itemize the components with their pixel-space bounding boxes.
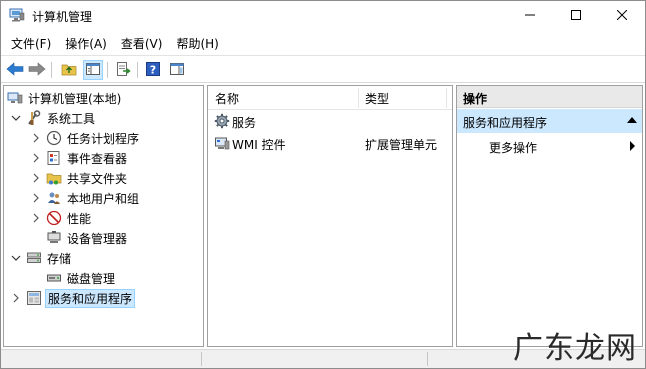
- performance-icon: [46, 210, 62, 226]
- window-title: 计算机管理: [32, 10, 93, 24]
- back-icon: [6, 61, 24, 79]
- tree-node-disk-management[interactable]: 磁盘管理: [46, 268, 117, 288]
- tree-root-label: 计算机管理(本地): [28, 91, 122, 106]
- menu-action[interactable]: 操作(A): [59, 33, 113, 54]
- tree-label: 设备管理器: [67, 231, 128, 246]
- computer-management-app-icon: [9, 8, 25, 22]
- submenu-arrow-icon: [630, 141, 635, 151]
- list-header: 名称 类型: [208, 86, 452, 110]
- minimize-button[interactable]: [507, 1, 553, 31]
- collapse-chevron-icon[interactable]: [10, 112, 22, 124]
- forward-button[interactable]: [27, 60, 47, 80]
- list-item-type: 扩展管理单元: [365, 138, 438, 152]
- expand-chevron-icon[interactable]: [30, 192, 42, 204]
- list-item-name: WMI 控件: [232, 138, 286, 152]
- column-header-type[interactable]: 类型: [365, 90, 389, 107]
- collapse-chevron-icon[interactable]: [10, 252, 22, 264]
- actions-pane: 操作 服务和应用程序 更多操作: [456, 85, 643, 347]
- tree-node-services-applications[interactable]: 服务和应用程序: [10, 288, 136, 308]
- menu-view[interactable]: 查看(V): [115, 33, 169, 54]
- up-folder-icon: [61, 61, 77, 80]
- close-icon: [616, 9, 628, 23]
- title-bar[interactable]: 计算机管理: [1, 1, 645, 31]
- help-icon: ?: [145, 61, 161, 80]
- action-label: 更多操作: [489, 141, 538, 155]
- tree-root[interactable]: 计算机管理(本地): [7, 88, 123, 108]
- expand-chevron-icon[interactable]: [30, 172, 42, 184]
- tree-node-local-users-groups[interactable]: 本地用户和组: [30, 188, 141, 208]
- expand-chevron-icon[interactable]: [30, 132, 42, 144]
- list-item-wmi-control[interactable]: WMI 控件 扩展管理单元: [208, 133, 452, 153]
- svg-text:?: ?: [150, 63, 156, 76]
- wmi-icon: [214, 135, 230, 151]
- tree-node-system-tools[interactable]: 系统工具: [10, 108, 97, 128]
- results-list-pane[interactable]: 名称 类型 服务 WMI 控件 扩展管理单元: [207, 85, 453, 347]
- up-folder-button[interactable]: [59, 60, 79, 80]
- show-hide-action-pane-button[interactable]: [167, 60, 187, 80]
- back-button[interactable]: [5, 60, 25, 80]
- expand-chevron-icon[interactable]: [30, 212, 42, 224]
- minimize-icon: [525, 9, 535, 23]
- tree-node-device-manager[interactable]: 设备管理器: [46, 228, 129, 248]
- menu-bar: 文件(F) 操作(A) 查看(V) 帮助(H): [1, 32, 645, 54]
- column-header-name[interactable]: 名称: [215, 90, 239, 107]
- device-manager-icon: [46, 230, 62, 246]
- computer-management-window: 计算机管理 文件(F) 操作(A) 查看(V) 帮助(H) ? 计算机管理(本地…: [0, 0, 646, 369]
- actions-header: 操作: [457, 86, 642, 108]
- shared-folder-icon: [46, 170, 62, 186]
- tree-label: 本地用户和组: [67, 191, 140, 206]
- clock-icon: [46, 130, 62, 146]
- tree-label: 性能: [67, 211, 92, 226]
- list-item-services[interactable]: 服务: [208, 111, 452, 131]
- forward-icon: [28, 61, 46, 79]
- show-hide-tree-icon: [85, 61, 101, 80]
- event-viewer-icon: [46, 150, 62, 166]
- tree-label: 存储: [47, 251, 72, 266]
- action-more-actions[interactable]: 更多操作: [457, 135, 642, 157]
- actions-section-label: 服务和应用程序: [463, 116, 548, 130]
- tree-label: 事件查看器: [67, 151, 128, 166]
- tree-node-task-scheduler[interactable]: 任务计划程序: [30, 128, 141, 148]
- computer-management-icon: [7, 90, 23, 106]
- collapse-up-arrow-icon[interactable]: [627, 117, 637, 123]
- export-list-button[interactable]: [113, 60, 133, 80]
- tree-node-event-viewer[interactable]: 事件查看器: [30, 148, 129, 168]
- list-item-name: 服务: [232, 116, 257, 130]
- tree-label: 共享文件夹: [67, 171, 128, 186]
- console-tree-pane[interactable]: 计算机管理(本地) 系统工具 任务计划程序 事件查看器 共享文件夹 本地用户和组…: [3, 85, 204, 347]
- maximize-button[interactable]: [553, 1, 599, 31]
- services-apps-icon: [26, 290, 42, 306]
- tree-label: 磁盘管理: [67, 271, 116, 286]
- tree-label: 系统工具: [47, 111, 96, 126]
- expand-chevron-icon[interactable]: [30, 152, 42, 164]
- show-hide-action-pane-icon: [169, 61, 185, 80]
- storage-icon: [26, 250, 42, 266]
- actions-section-services-applications[interactable]: 服务和应用程序: [457, 109, 642, 133]
- toolbar: ?: [1, 55, 645, 83]
- watermark: 广东龙网: [513, 331, 637, 366]
- tree-label: 任务计划程序: [67, 131, 140, 146]
- maximize-icon: [571, 9, 581, 23]
- tree-node-shared-folders[interactable]: 共享文件夹: [30, 168, 129, 188]
- menu-help[interactable]: 帮助(H): [170, 33, 224, 54]
- tree-node-performance[interactable]: 性能: [30, 208, 93, 228]
- tree-node-storage[interactable]: 存储: [10, 248, 73, 268]
- expand-chevron-icon[interactable]: [10, 292, 22, 304]
- close-button[interactable]: [599, 1, 645, 31]
- tree-label: 服务和应用程序: [45, 288, 136, 308]
- users-icon: [46, 190, 62, 206]
- disk-icon: [46, 270, 62, 286]
- help-button[interactable]: ?: [143, 60, 163, 80]
- tools-icon: [26, 110, 42, 126]
- export-list-icon: [115, 61, 131, 80]
- menu-file[interactable]: 文件(F): [5, 33, 57, 54]
- show-hide-tree-button[interactable]: [83, 60, 103, 80]
- gear-icon: [214, 113, 230, 129]
